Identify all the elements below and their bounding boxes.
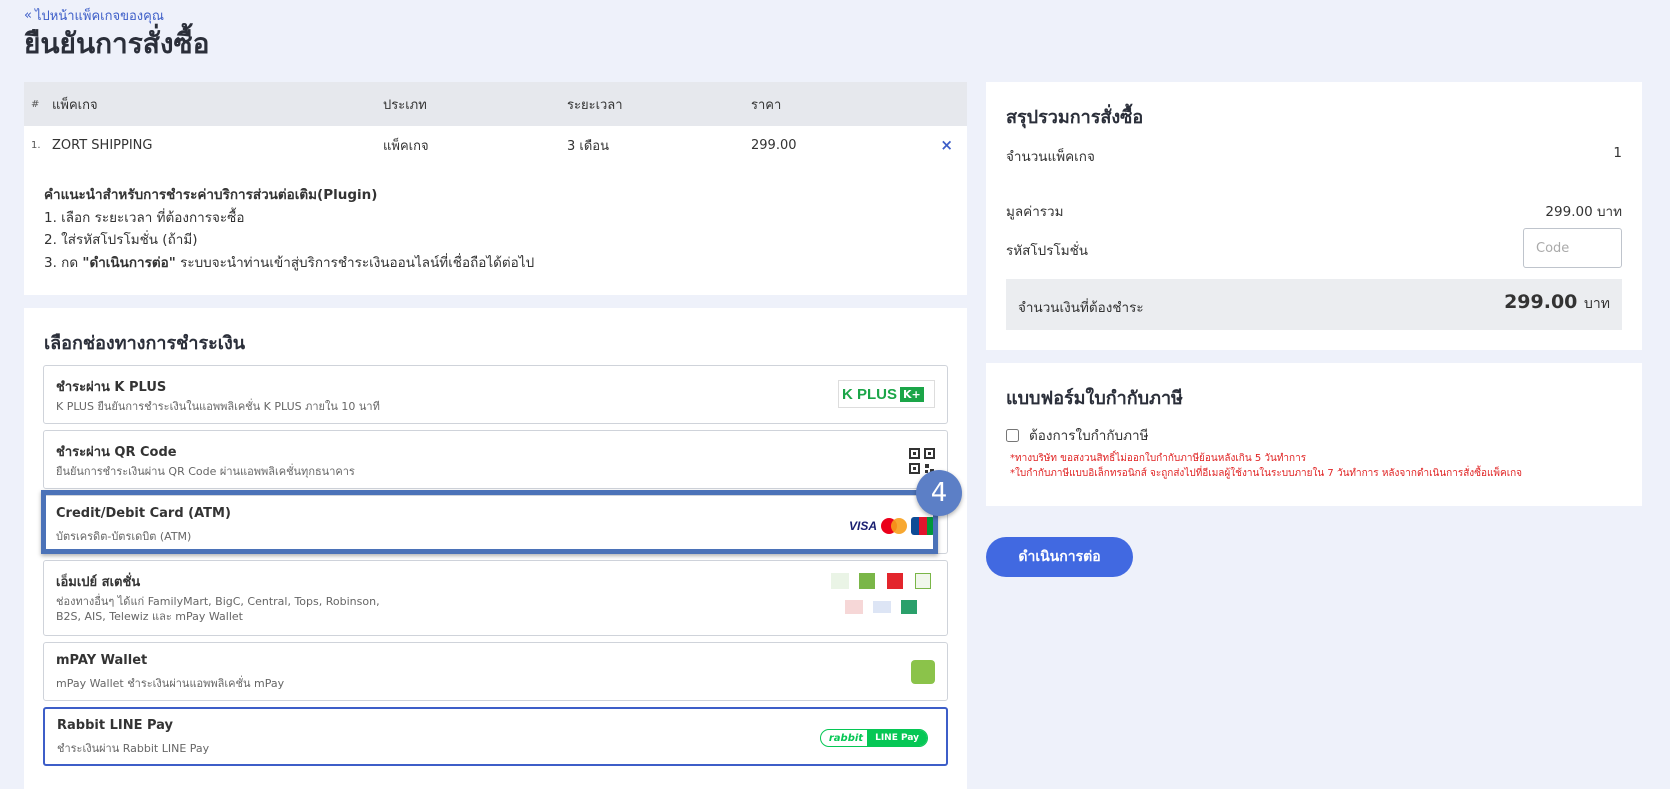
payment-option-credit-card[interactable]: Credit/Debit Card (ATM) บัตรเครดิต-บัตรเ… [43, 495, 948, 554]
jcb-icon [911, 517, 935, 535]
kplus-logo-icon: K PLUS K+ [838, 380, 935, 408]
mastercard-icon [881, 518, 907, 534]
payment-option-kplus[interactable]: ชำระผ่าน K PLUS K PLUS ยืนยันการชำระเงิน… [43, 365, 948, 424]
option-name: Rabbit LINE Pay [57, 718, 174, 733]
visa-icon: VISA [848, 519, 877, 533]
package-count-label: จำนวนแพ็คเกจ [1006, 149, 1095, 165]
total-amount-value: 299.00 [1504, 291, 1578, 313]
subtotal-value: 299.00 บาท [1545, 204, 1622, 220]
continue-button[interactable]: ดำเนินการต่อ [986, 537, 1133, 577]
total-amount-unit: บาท [1584, 296, 1610, 312]
option-name: mPAY Wallet [56, 653, 148, 668]
mpay-wallet-icon [911, 660, 935, 684]
header-type: ประเภท [383, 97, 427, 113]
order-summary-title: สรุปรวมการสั่งซื้อ [1006, 107, 1144, 128]
rabbit-logo-text: rabbit [828, 732, 864, 744]
hint-step-3-prefix: 3. กด [44, 254, 83, 271]
hint-step-2: 2. ใส่รหัสโปรโมชั่น (ถ้ามี) [44, 232, 198, 248]
hint-step-3-bold: "ดำเนินการต่อ" [82, 254, 176, 271]
option-desc: ชำระเงินผ่าน Rabbit LINE Pay [57, 742, 210, 755]
payment-option-qr-code[interactable]: ชำระผ่าน QR Code ยืนยันการชำระเงินผ่าน Q… [43, 430, 948, 489]
option-desc: ยืนยันการชำระเงินผ่าน QR Code ผ่านแอพพลิ… [56, 465, 355, 478]
package-count-row: จำนวนแพ็คเกจ 1 [1006, 145, 1622, 167]
hint-step-3-suffix: ระบบจะนำท่านเข้าสู่บริการชำระเงินออนไลน์… [175, 254, 535, 271]
total-due-amount: 299.00 บาท [1504, 291, 1610, 315]
order-summary-card: สรุปรวมการสั่งซื้อ จำนวนแพ็คเกจ 1 มูลค่า… [986, 82, 1642, 350]
row-package-name: ZORT SHIPPING [52, 137, 153, 153]
package-table-header: # แพ็คเกจ ประเภท ระยะเวลา ราคา [24, 82, 967, 126]
option-name: Credit/Debit Card (ATM) [56, 506, 231, 521]
plugin-payment-hint: คำแนะนำสำหรับการชำระค่าบริการส่วนต่อเติม… [24, 164, 967, 274]
total-due-box: จำนวนเงินที่ต้องชำระ 299.00 บาท [1006, 279, 1622, 330]
hint-step-1: 1. เลือก ระยะเวลา ที่ต้องการจะซื้อ [44, 209, 245, 226]
package-card: # แพ็คเกจ ประเภท ระยะเวลา ราคา 1. ZORT S… [24, 82, 967, 295]
row-type: แพ็คเกจ [383, 138, 429, 154]
table-row: 1. ZORT SHIPPING แพ็คเกจ 3 เดือน 299.00 … [24, 126, 967, 164]
promo-code-input[interactable] [1523, 228, 1622, 268]
option-name: เอ็มเปย์ สเตชั่น [56, 575, 141, 590]
subtotal-row: มูลค่ารวม 299.00 บาท [1006, 200, 1622, 222]
total-due-label: จำนวนเงินที่ต้องชำระ [1018, 300, 1144, 316]
tax-invoice-checkbox[interactable] [1006, 428, 1019, 442]
header-package: แพ็คเกจ [52, 97, 98, 113]
row-num: 1. [31, 139, 41, 151]
header-duration: ระยะเวลา [567, 97, 623, 113]
option-desc: K PLUS ยืนยันการชำระเงินในแอพพลิเคชั่น K… [56, 400, 380, 413]
row-price: 299.00 [751, 137, 797, 153]
page-title: ยืนยันการสั่งซื้อ [24, 27, 210, 60]
double-chevron-left-icon: « [24, 8, 32, 23]
option-name: ชำระผ่าน QR Code [56, 445, 177, 460]
payment-option-mpay-wallet[interactable]: mPAY Wallet mPay Wallet ชำระเงินผ่านแอพพ… [43, 642, 948, 701]
option-desc: ช่องทางอื่นๆ ได้แก่ FamilyMart, BigC, Ce… [56, 595, 380, 623]
payment-option-rabbit-line-pay[interactable]: Rabbit LINE Pay ชำระเงินผ่าน Rabbit LINE… [43, 707, 948, 766]
line-pay-logo-text: LINE Pay [867, 730, 927, 746]
package-count-value: 1 [1613, 145, 1622, 161]
remove-package-close-icon[interactable]: × [940, 136, 953, 154]
tax-invoice-checkbox-label: ต้องการใบกำกับภาษี [1029, 428, 1149, 444]
rabbit-line-pay-icon: rabbit LINE Pay [819, 729, 928, 747]
hint-step-3: 3. กด "ดำเนินการต่อ" ระบบจะนำท่านเข้าสู่… [44, 252, 967, 275]
payment-option-mpay-station[interactable]: เอ็มเปย์ สเตชั่น ช่องทางอื่นๆ ได้แก่ Fam… [43, 560, 948, 636]
row-duration: 3 เดือน [567, 138, 609, 154]
kplus-logo-text: K PLUS [842, 385, 898, 403]
hint-title: คำแนะนำสำหรับการชำระค่าบริการส่วนต่อเติม… [44, 187, 378, 203]
card-brands-icon: VISA [849, 517, 935, 535]
option-name: ชำระผ่าน K PLUS [56, 380, 167, 395]
tax-note-1: *ทางบริษัท ขอสงวนสิทธิ์ไม่ออกใบกำกับภาษี… [1010, 453, 1307, 464]
header-price: ราคา [751, 97, 782, 113]
tax-note-2: *ใบกำกับภาษีแบบอิเล็กทรอนิกส์ จะถูกส่งไป… [1010, 468, 1523, 479]
subtotal-label: มูลค่ารวม [1006, 204, 1064, 220]
tax-invoice-checkbox-row[interactable]: ต้องการใบกำกับภาษี [1006, 424, 1149, 446]
step-number-badge: 4 [916, 470, 962, 516]
header-num: # [31, 98, 40, 110]
payment-channel-title: เลือกช่องทางการชำระเงิน [44, 333, 246, 354]
option-desc: บัตรเครดิต-บัตรเดบิต (ATM) [56, 530, 192, 543]
tax-invoice-title: แบบฟอร์มใบกำกับภาษี [1006, 388, 1183, 409]
tax-invoice-card: แบบฟอร์มใบกำกับภาษี ต้องการใบกำกับภาษี *… [986, 363, 1642, 506]
partner-stores-icon [831, 573, 935, 625]
option-desc: mPay Wallet ชำระเงินผ่านแอพพลิเคชั่น mPa… [56, 677, 285, 690]
promo-code-label: รหัสโปรโมชั่น [1006, 243, 1089, 259]
payment-channel-card: เลือกช่องทางการชำระเงิน ชำระผ่าน K PLUS … [24, 308, 967, 789]
